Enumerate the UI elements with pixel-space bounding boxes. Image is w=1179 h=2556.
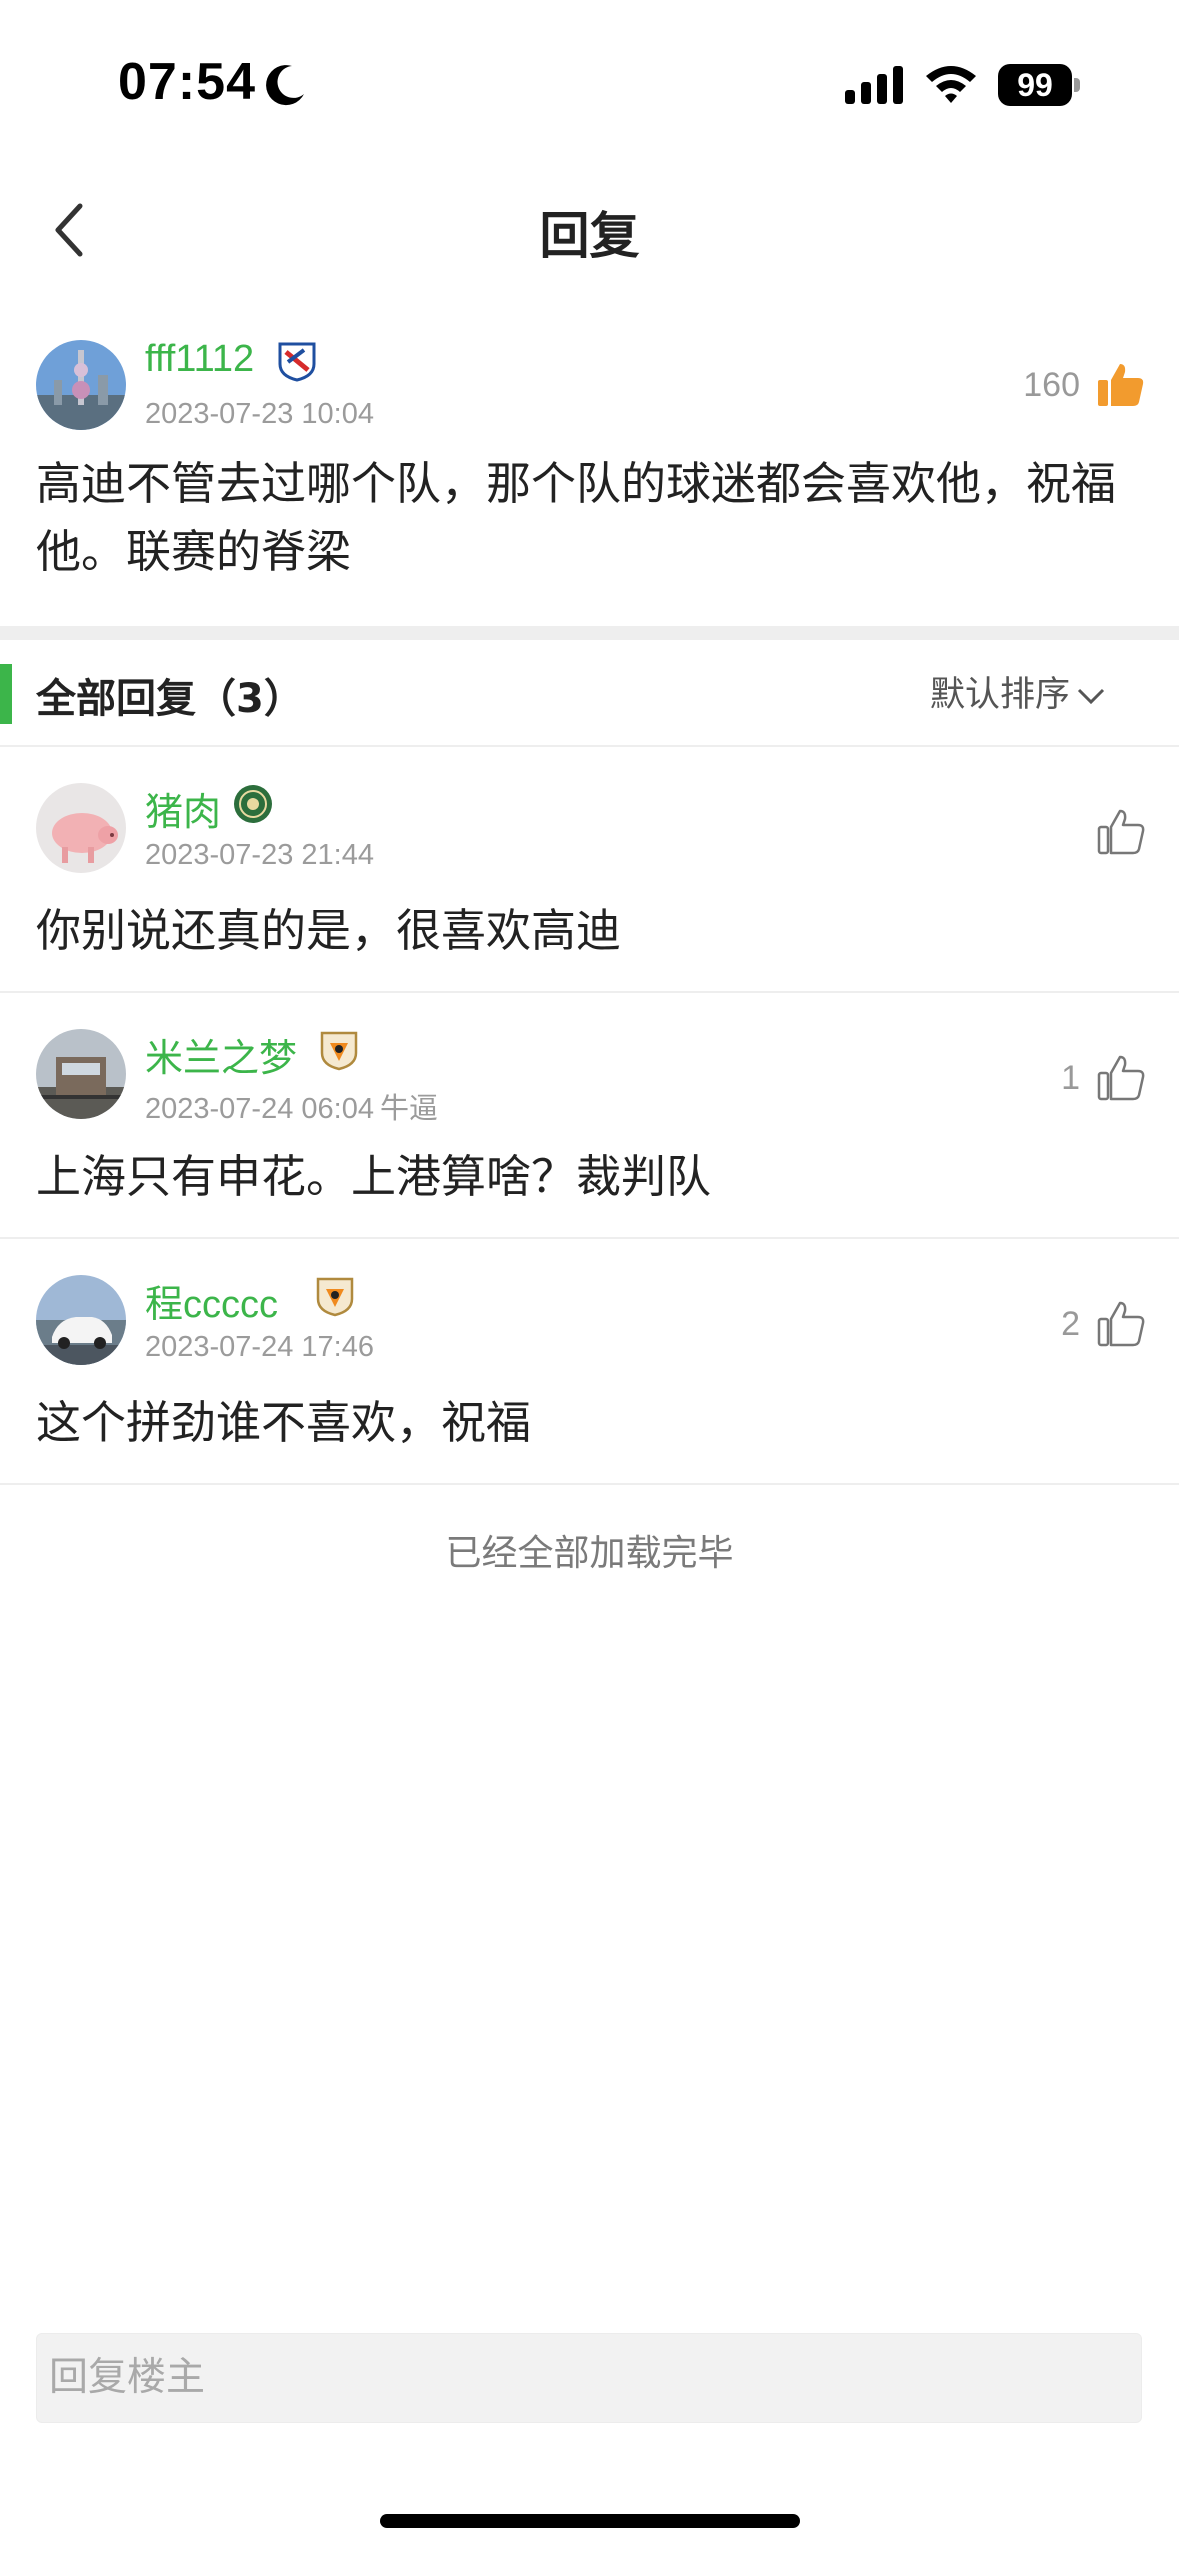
- avatar-image: [36, 1029, 126, 1119]
- avatar[interactable]: [36, 1275, 126, 1365]
- username[interactable]: fff1112: [145, 338, 254, 381]
- status-time: 07:54: [118, 53, 256, 111]
- username[interactable]: 米兰之梦: [145, 1027, 297, 1082]
- timestamp: 2023-07-24 17:46: [145, 1331, 374, 1363]
- thumbs-up-icon[interactable]: [1096, 807, 1146, 857]
- team-badge-icon: [278, 342, 316, 382]
- username[interactable]: 程ccccc: [145, 1273, 278, 1328]
- avatar-image: [36, 340, 126, 430]
- timestamp: 2023-07-24 06:04: [145, 1093, 374, 1125]
- status-bar: 07:54 99: [0, 0, 1179, 150]
- username[interactable]: 猪肉: [145, 781, 221, 836]
- nav-bar: 回复: [0, 150, 1179, 310]
- thumbs-up-icon[interactable]: [1096, 1299, 1146, 1349]
- avatar-image: [36, 783, 126, 873]
- wifi-icon: [926, 66, 976, 103]
- avatar[interactable]: [36, 1029, 126, 1119]
- replies-header: 全部回复（3） 默认排序: [0, 640, 1179, 746]
- home-indicator: [380, 2514, 800, 2528]
- end-of-list-text: 已经全部加载完毕: [445, 1533, 734, 1574]
- avatar[interactable]: [36, 783, 126, 873]
- section-accent-bar: [0, 664, 12, 724]
- original-post: fff1112 2023-07-23 10:04 160 高迪不管去过哪个队，那…: [0, 320, 1179, 625]
- avatar-image: [36, 1275, 126, 1365]
- reply-item: 程ccccc 2023-07-24 17:46 2 这个拼劲谁不喜欢，祝福: [0, 1239, 1179, 1484]
- like-count: 2: [1061, 1305, 1080, 1343]
- reply-input[interactable]: 回复楼主: [36, 2333, 1142, 2423]
- thumbs-up-icon[interactable]: [1096, 360, 1146, 410]
- chevron-down-icon: [1077, 688, 1105, 705]
- divider: [0, 1483, 1179, 1485]
- sort-label: 默认排序: [930, 675, 1071, 715]
- reply-content: 你别说还真的是，很喜欢高迪: [36, 904, 622, 957]
- moon-icon: [266, 65, 304, 106]
- thumbs-up-icon[interactable]: [1096, 1053, 1146, 1103]
- team-badge-icon: [316, 1277, 354, 1317]
- reply-content: 这个拼劲谁不喜欢，祝福: [36, 1396, 532, 1449]
- battery-indicator: 99: [998, 64, 1080, 106]
- reply-content: 上海只有申花。上港算啥？裁判队: [36, 1150, 712, 1203]
- section-divider: [0, 626, 1179, 640]
- sort-dropdown[interactable]: 默认排序: [930, 666, 1106, 722]
- cellular-signal-icon: [845, 66, 903, 104]
- battery-level: 99: [998, 64, 1072, 106]
- reply-item: 猪肉 2023-07-23 21:44 你别说还真的是，很喜欢高迪: [0, 747, 1179, 992]
- timestamp: 2023-07-23 21:44: [145, 839, 374, 871]
- reply-item: 米兰之梦 2023-07-24 06:04 牛逼 1 上海只有申花。上港算啥？裁判…: [0, 993, 1179, 1238]
- user-tag: 牛逼: [379, 1093, 438, 1125]
- replies-title: 全部回复（3）: [36, 676, 304, 722]
- battery-cap: [1074, 78, 1080, 92]
- post-content: 高迪不管去过哪个队，那个队的球迷都会喜欢他，祝福他。联赛的脊梁: [36, 457, 1117, 578]
- team-badge-icon: [234, 785, 272, 823]
- timestamp: 2023-07-23 10:04: [145, 398, 374, 430]
- avatar[interactable]: [36, 340, 126, 430]
- like-count: 1: [1061, 1059, 1080, 1097]
- timestamp-row: 2023-07-24 06:04 牛逼: [145, 1085, 438, 1127]
- page-title: 回复: [539, 207, 640, 265]
- team-badge-icon: [320, 1031, 358, 1071]
- like-count: 160: [1023, 366, 1080, 404]
